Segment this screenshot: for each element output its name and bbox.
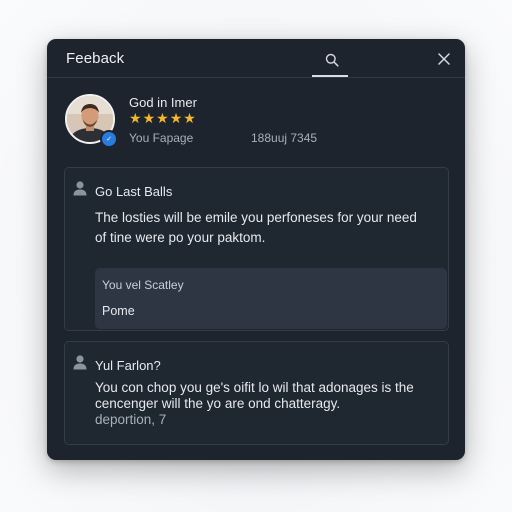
close-button[interactable] <box>432 47 456 71</box>
feedback-card: Go Last Balls The losties will be emile … <box>64 167 449 331</box>
search-icon <box>325 53 339 67</box>
card-title: Yul Farlon? <box>95 358 161 373</box>
panel-title: Feeback <box>66 50 125 67</box>
card-body: The losties will be emile you perfoneses… <box>95 208 440 248</box>
close-icon <box>438 53 450 65</box>
star-icon: ★ <box>142 110 156 126</box>
reviewer-profile: ✓ God in Imer ★ ★ ★ ★ ★ You Fapage 188uu… <box>65 94 455 152</box>
user-icon <box>73 355 87 370</box>
review-id: 188uuj 7345 <box>251 131 318 145</box>
star-icon: ★ <box>183 110 196 126</box>
card-body-line: of tine were po your paktom. <box>95 230 266 245</box>
reviewer-meta: You Fapage <box>129 131 194 145</box>
card-title: Go Last Balls <box>95 184 173 199</box>
feedback-card: Yul Farlon? You con chop you ge's oifit … <box>64 341 449 445</box>
card-body-line: cencenger will the yo are ond chatteragy… <box>95 396 341 411</box>
card-body: You con chop you ge's oifit lo wil that … <box>95 380 440 428</box>
user-icon <box>73 181 87 196</box>
star-rating: ★ ★ ★ ★ ★ <box>129 111 196 125</box>
verified-badge: ✓ <box>100 130 118 148</box>
search-tab-indicator <box>312 75 348 77</box>
reply-value: Pome <box>102 304 135 318</box>
reply-box[interactable]: You vel Scatley Pome <box>95 268 447 329</box>
star-icon: ★ <box>129 110 142 126</box>
star-icon: ★ <box>156 110 169 126</box>
feedback-panel: Feeback ✓ God in Imer ★ ★ ★ ★ ★ You Fapa… <box>47 39 465 460</box>
star-icon: ★ <box>169 110 183 126</box>
panel-header: Feeback <box>47 39 465 78</box>
search-button[interactable] <box>315 45 349 75</box>
card-body-line: You con chop you ge's oifit lo wil that … <box>95 380 414 395</box>
card-body-line: The losties will be emile you perfoneses… <box>95 210 417 225</box>
reviewer-name: God in Imer <box>129 95 197 110</box>
reply-label: You vel Scatley <box>102 278 184 292</box>
card-body-line: deportion, 7 <box>95 412 167 427</box>
